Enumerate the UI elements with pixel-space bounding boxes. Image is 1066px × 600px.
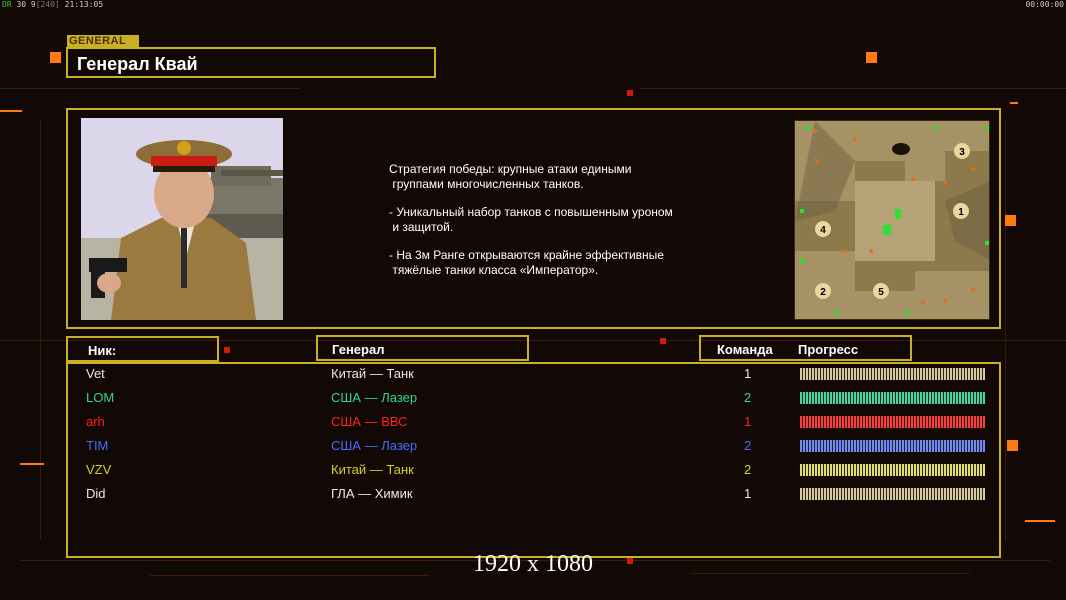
team-progress-header: Команда Прогресс: [699, 335, 912, 361]
bg-dash: [0, 110, 22, 112]
general-portrait: [81, 118, 283, 320]
bg-line: [0, 88, 300, 89]
player-general: Китай — Танк: [331, 366, 414, 381]
description-line: - На 3м Ранге открываются крайне эффекти…: [389, 248, 664, 277]
player-team: 2: [744, 462, 752, 477]
progress-bar: [800, 440, 985, 452]
general-column-header: Генерал: [316, 335, 529, 361]
bg-dash: [1025, 520, 1055, 522]
minimap: 3 1 4 2 5: [794, 120, 990, 320]
player-general: США — Лазер: [331, 390, 418, 405]
bg-square: [660, 338, 666, 344]
nick-column-header: Ник:: [66, 336, 219, 362]
bg-square: [224, 347, 230, 353]
player-team: 1: [744, 414, 752, 429]
nick-header-label: Ник:: [88, 343, 117, 358]
player-general: США — ВВС: [331, 414, 408, 429]
bg-square: [50, 52, 61, 63]
general-title-box: Генерал Квай: [66, 47, 436, 78]
bg-dash: [1010, 102, 1018, 104]
player-row: Vet Китай — Танк 1: [0, 366, 1066, 390]
player-row: VZV Китай — Танк 2: [0, 462, 1066, 486]
spawn-3: 3: [959, 147, 965, 158]
player-team: 2: [744, 390, 752, 405]
player-general: Китай — Танк: [331, 462, 414, 477]
player-team: 1: [744, 366, 752, 381]
bg-square: [1005, 215, 1016, 226]
player-team: 1: [744, 486, 752, 501]
bg-square: [627, 90, 633, 96]
player-nick: TIM: [86, 438, 109, 453]
general-header-label: Генерал: [332, 342, 385, 357]
spawn-2: 2: [820, 287, 826, 298]
player-row: Did ГЛА — Химик 1: [0, 486, 1066, 510]
player-general: США — Лазер: [331, 438, 418, 453]
player-nick: arh: [86, 414, 105, 429]
general-name: Генерал Квай: [77, 54, 198, 74]
player-nick: LOM: [86, 390, 115, 405]
player-team: 2: [744, 438, 752, 453]
fps-readout: DR 30 9[240] 21:13:05: [2, 0, 103, 9]
progress-bar: [800, 416, 985, 428]
clock: 21:13:05: [64, 0, 104, 9]
player-general: ГЛА — Химик: [331, 486, 413, 501]
team-header-label: Команда: [717, 342, 773, 357]
fps-bracket: [240]: [35, 0, 60, 9]
player-row: TIM США — Лазер 2: [0, 438, 1066, 462]
status-prefix: DR: [2, 0, 12, 9]
player-row: arh США — ВВС 1: [0, 414, 1066, 438]
description-line: - Уникальный набор танков с повышенным у…: [389, 205, 673, 234]
progress-bar: [800, 368, 985, 380]
spawn-1: 1: [958, 207, 964, 218]
general-description: Стратегия победы: крупные атаки едиными …: [389, 162, 749, 291]
spawn-5: 5: [878, 287, 884, 298]
fps-value: 30 9: [16, 0, 36, 9]
spawn-4: 4: [820, 225, 826, 236]
player-row: LOM США — Лазер 2: [0, 390, 1066, 414]
progress-header-label: Прогресс: [798, 342, 859, 357]
resolution-label: 1920 x 1080: [473, 551, 593, 577]
progress-bar: [800, 488, 985, 500]
bg-line: [640, 88, 1066, 89]
description-line: Стратегия победы: крупные атаки едиными …: [389, 162, 632, 191]
player-nick: VZV: [86, 462, 112, 477]
progress-bar: [800, 392, 985, 404]
player-nick: Vet: [86, 366, 105, 381]
game-timer: 00:00:00: [1025, 0, 1064, 9]
progress-bar: [800, 464, 985, 476]
player-nick: Did: [86, 486, 106, 501]
bg-square: [866, 52, 877, 63]
